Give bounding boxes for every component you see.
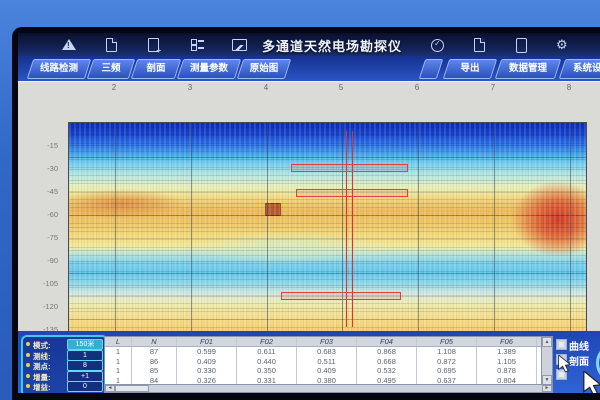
warning-triangle-icon[interactable] (62, 37, 77, 52)
tab-measure-params[interactable]: 测量参数 (177, 59, 241, 79)
y-tick: -90 (22, 256, 58, 265)
y-tick: -120 (22, 302, 58, 311)
depth-marker[interactable] (281, 292, 401, 300)
view-option-curve[interactable]: 曲线 (556, 337, 600, 351)
y-tick: -60 (22, 210, 58, 219)
radio-icon[interactable] (556, 339, 567, 350)
bullet-icon (26, 374, 30, 378)
grid-line (115, 123, 116, 357)
col-header[interactable]: F04 (357, 337, 417, 346)
x-tick: 2 (106, 83, 122, 92)
param-row-point: 测点: 8 (25, 360, 104, 370)
bullet-icon (26, 342, 30, 346)
tab-three-freq[interactable]: 三频 (87, 59, 135, 79)
tab-stub[interactable] (419, 59, 443, 79)
grid-line (342, 123, 343, 357)
col-header[interactable]: L (105, 337, 132, 346)
file-add-icon[interactable] (146, 37, 161, 52)
tab-export[interactable]: 导出 (443, 59, 497, 79)
scroll-thumb[interactable] (115, 385, 149, 392)
bullet-icon (26, 384, 30, 388)
bullet-icon (26, 353, 30, 357)
x-tick: 4 (258, 83, 274, 92)
y-tick: -45 (22, 187, 58, 196)
tablet-icon[interactable] (514, 37, 529, 52)
grid-line (191, 123, 192, 357)
contour-plot[interactable] (68, 122, 587, 358)
x-tick: 3 (182, 83, 198, 92)
edit-doc-icon[interactable] (472, 37, 487, 52)
x-tick: 8 (561, 83, 577, 92)
scroll-left-icon[interactable]: ◄ (105, 385, 115, 392)
y-tick: -30 (22, 164, 58, 173)
table-horizontal-scrollbar[interactable]: ◄ ► (104, 384, 553, 393)
tab-data-manage[interactable]: 数据管理 (495, 59, 561, 79)
grid-line (267, 123, 268, 357)
photo-of-instrument-screen: { "window": { "title": "多通道天然电场勘探仪" }, "… (0, 0, 600, 400)
table-header-row: L N F01 F02 F03 F04 F05 F06 (105, 337, 541, 347)
depth-marker[interactable] (291, 164, 408, 172)
param-value-point[interactable]: 8 (67, 360, 103, 371)
col-header[interactable]: N (132, 337, 177, 346)
param-row-mode: 模式: 150米 (25, 339, 104, 349)
y-tick: -75 (22, 233, 58, 242)
contour-chart-panel: 2 3 4 5 6 7 8 -15 -30 -45 -60 -75 -90 -1… (18, 81, 600, 332)
col-header[interactable]: F02 (237, 337, 297, 346)
col-header[interactable]: F06 (477, 337, 537, 346)
x-tick: 7 (485, 83, 501, 92)
mouse-cursor-icon-large (582, 371, 600, 393)
top-toolbar: 多通道天然电场勘探仪 ⚙ (18, 33, 600, 56)
param-value-increment[interactable]: +1 (67, 371, 103, 382)
form-icon[interactable] (190, 37, 205, 52)
parameter-panel: 模式: 150米 测线: 1 测点: 8 增量: +1 增益: 0 (21, 335, 108, 393)
y-tick: -105 (22, 279, 58, 288)
tab-profile[interactable]: 剖面 (131, 59, 181, 79)
grid-line (418, 123, 419, 357)
param-value-line[interactable]: 1 (67, 350, 103, 361)
param-row-gain: 增益: 0 (25, 381, 104, 391)
vertical-noise-texture (69, 123, 586, 357)
mouse-cursor-icon (558, 355, 572, 373)
tab-bar: 线路检测 三频 剖面 测量参数 原始图 导出 数据管理 系统设置 (18, 56, 600, 81)
tab-raw-image[interactable]: 原始图 (237, 59, 291, 79)
depth-marker[interactable] (296, 189, 408, 197)
screen: 多通道天然电场勘探仪 ⚙ 线路检测 三频 剖面 测量参数 原始图 导出 数据管理… (18, 33, 600, 393)
y-tick: -15 (22, 141, 58, 150)
x-tick: 6 (409, 83, 425, 92)
grid-line (494, 123, 495, 357)
file-icon[interactable] (104, 37, 119, 52)
data-table[interactable]: L N F01 F02 F03 F04 F05 F06 187 0.5990.6… (104, 336, 542, 386)
param-row-line: 测线: 1 (25, 350, 104, 360)
x-tick: 5 (333, 83, 349, 92)
bullet-icon (26, 363, 30, 367)
param-row-increment: 增量: +1 (25, 371, 104, 381)
param-value-mode[interactable]: 150米 (67, 339, 103, 350)
table-row[interactable]: 185 0.3300.350 0.4090.532 0.6950.878 (105, 366, 541, 375)
scroll-up-icon[interactable]: ▲ (542, 337, 552, 347)
col-header[interactable]: F05 (417, 337, 477, 346)
grid-line (570, 123, 571, 357)
check-circle-icon[interactable] (430, 37, 445, 52)
table-row[interactable]: 187 0.5990.611 0.6830.868 1.1081.389 (105, 347, 541, 356)
col-header[interactable]: F01 (177, 337, 237, 346)
gear-icon[interactable]: ⚙ (556, 37, 571, 52)
table-vertical-scrollbar[interactable]: ▲ ▼ (541, 336, 553, 386)
param-value-gain[interactable]: 0 (67, 381, 103, 392)
tab-system-settings[interactable]: 系统设置 (559, 59, 600, 79)
col-header[interactable]: F03 (297, 337, 357, 346)
app-title: 多通道天然电场勘探仪 (242, 36, 422, 55)
param-label: 增益: (33, 382, 51, 393)
tab-line-check[interactable]: 线路检测 (27, 59, 91, 79)
table-row[interactable]: 186 0.4090.440 0.5110.668 0.8721.105 (105, 357, 541, 366)
scroll-right-icon[interactable]: ► (542, 385, 552, 392)
bottom-bar: 模式: 150米 测线: 1 测点: 8 增量: +1 增益: 0 (18, 331, 600, 393)
